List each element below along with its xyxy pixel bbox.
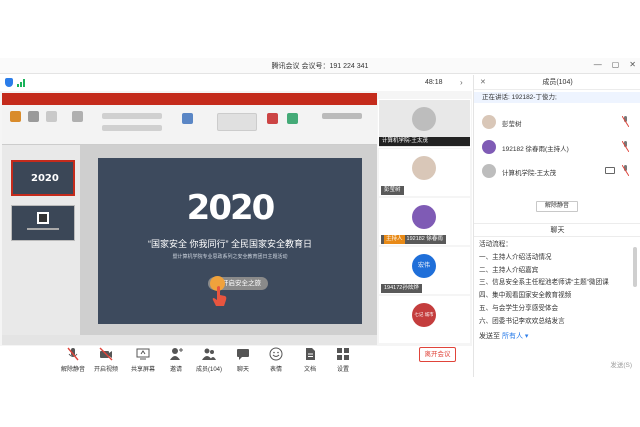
host-badge: 主持人 [384, 235, 405, 244]
members-panel-title: 成员(104) [474, 75, 640, 90]
ppt-ribbon [2, 105, 377, 145]
send-to-selector[interactable]: 发送至 所有人 ▾ [479, 331, 528, 341]
chat-icon [237, 349, 249, 360]
chat-button[interactable]: 聊天 [226, 346, 260, 377]
video-tile[interactable]: 七记 城市 [379, 296, 470, 343]
ppt-thumbnail-pane: 2020 [2, 145, 80, 335]
slide-canvas: 2020 “国家安全 你我同行” 全民国家安全教育日 暨计算机学院专业思政系列之… [98, 158, 362, 324]
send-to-target: 所有人 [501, 333, 523, 340]
slide-year: 2020 [186, 188, 276, 228]
slide-subtitle: 暨计算机学院专业思政系列之安全教育团日主题活动 [172, 254, 288, 260]
hand-pointer-icon [212, 286, 227, 306]
unmute-all-button[interactable]: 解除静音 [536, 201, 578, 212]
microphone-muted-icon[interactable] [622, 141, 629, 152]
share-screen-icon [136, 348, 150, 360]
smile-icon [269, 347, 283, 361]
chat-message: 一、主持人介绍活动情况 [479, 253, 552, 261]
video-tile[interactable]: 宏伟 194172孙炫烨 [379, 247, 470, 294]
chat-message: 五、与会学生分享感受体会 [479, 304, 559, 312]
share-screen-button[interactable]: 共享屏幕 [126, 346, 160, 377]
member-row[interactable]: 计算机学院-王太茂 [474, 161, 640, 181]
microphone-muted-icon[interactable] [622, 116, 629, 127]
chat-message: 三、信息安全系主任程池老师讲“主题”微团课 [479, 279, 609, 287]
member-row[interactable]: 192182 徐春雨(主持人) [474, 137, 640, 157]
member-row[interactable]: 彭莹树 [474, 112, 640, 132]
start-video-button[interactable]: 开启视频 [89, 346, 123, 377]
ppt-titlebar [2, 93, 377, 105]
collapse-tiles-button[interactable]: › [460, 78, 463, 87]
grid-settings-icon [337, 348, 349, 360]
video-tiles: 计算机学院-王太茂 彭莹树 主持人 192182 徐春雨 宏伟 194172孙炫烨… [378, 99, 471, 346]
member-name: 计算机学院-王太茂 [502, 170, 557, 177]
avatar: 宏伟 [412, 254, 436, 278]
meeting-status-strip: 48:18 › [0, 75, 472, 91]
minimize-button[interactable]: — [594, 60, 602, 69]
chat-messages: 活动流程： 一、主持人介绍活动情况 二、主持人介绍嘉宾 三、信息安全系主任程池老… [479, 239, 631, 329]
avatar [412, 205, 436, 229]
tile-name: 计算机学院-王太茂 [379, 137, 470, 146]
chat-message: 六、团委书记李欢欢总结发言 [479, 317, 565, 325]
chat-message: 活动流程： [479, 241, 512, 248]
window-controls: — ▢ ✕ [594, 60, 636, 69]
avatar [482, 164, 496, 178]
settings-button[interactable]: 设置 [326, 346, 360, 377]
maximize-button[interactable]: ▢ [612, 60, 620, 69]
ppt-slide-area: 2020 “国家安全 你我同行” 全民国家安全教育日 暨计算机学院专业思政系列之… [80, 145, 377, 335]
shield-icon[interactable] [5, 78, 13, 87]
shared-screen: 2020 2020 “国家安全 你我同行” 全民国家安全教育日 暨计算机学院专业… [2, 93, 377, 345]
tile-name: 主持人 192182 徐春雨 [381, 235, 446, 244]
slide-thumbnail[interactable] [11, 205, 75, 241]
signal-icon[interactable] [17, 79, 25, 87]
close-icon[interactable]: ✕ [480, 75, 486, 90]
window-titlebar: 腾讯会议 会议号：191 224 341 — ▢ ✕ [0, 58, 640, 74]
ppt-statusbar [2, 335, 377, 345]
members-button[interactable]: 成员(104) [192, 346, 226, 377]
microphone-muted-icon[interactable] [622, 165, 629, 176]
meeting-timer: 48:18 [425, 79, 443, 86]
avatar [412, 156, 436, 180]
chevron-down-icon: ▾ [524, 333, 529, 340]
members-icon [202, 348, 216, 360]
slide-headline: “国家安全 你我同行” 全民国家安全教育日 [148, 239, 312, 249]
meeting-toolbar: 解除静音 开启视频 共享屏幕 邀请 成员(104) 聊天 表情 文档 设置 离开… [0, 346, 472, 377]
window-title: 腾讯会议 会议号：191 224 341 [271, 63, 369, 70]
tile-name: 彭莹树 [381, 186, 404, 195]
chat-scrollbar[interactable] [633, 247, 637, 287]
avatar [412, 107, 436, 131]
meeting-stage: 48:18 › 2020 2020 “国家安全 你我同行” 全民国家安全教育日 … [0, 75, 472, 346]
document-icon [306, 348, 315, 360]
microphone-muted-icon [67, 347, 79, 361]
side-panel: 成员(104) ✕ 正在讲话: 192182-丁俊力; 彭莹树 192182 徐… [473, 75, 640, 377]
slide-thumbnail[interactable]: 2020 [11, 160, 75, 196]
camera-icon[interactable] [605, 167, 615, 174]
invite-user-icon [170, 348, 183, 360]
speaking-indicator: 正在讲话: 192182-丁俊力; [474, 92, 640, 103]
send-button[interactable]: 发送(S) [610, 359, 632, 369]
unmute-button[interactable]: 解除静音 [56, 346, 90, 377]
member-name: 192182 徐春雨(主持人) [502, 146, 569, 153]
invite-button[interactable]: 邀请 [159, 346, 193, 377]
video-tile[interactable]: 计算机学院-王太茂 [378, 99, 471, 148]
avatar: 七记 城市 [412, 303, 436, 327]
avatar [482, 140, 496, 154]
video-tile[interactable]: 主持人 192182 徐春雨 [379, 198, 470, 245]
chat-message: 二、主持人介绍嘉宾 [479, 266, 539, 274]
video-tile[interactable]: 彭莹树 [379, 149, 470, 196]
close-button[interactable]: ✕ [629, 60, 636, 69]
leave-meeting-button[interactable]: 离开会议 [419, 347, 456, 362]
svg-text:2020: 2020 [31, 173, 59, 184]
chat-message: 四、集中观看国家安全教育视频 [479, 292, 572, 300]
camera-off-icon [99, 347, 113, 361]
tile-name: 194172孙炫烨 [381, 284, 422, 293]
chat-panel-title: 聊天 [474, 223, 640, 237]
member-name: 彭莹树 [502, 121, 522, 128]
avatar [482, 115, 496, 129]
documents-button[interactable]: 文档 [293, 346, 327, 377]
member-role: (主持人) [545, 146, 569, 153]
reactions-button[interactable]: 表情 [259, 346, 293, 377]
